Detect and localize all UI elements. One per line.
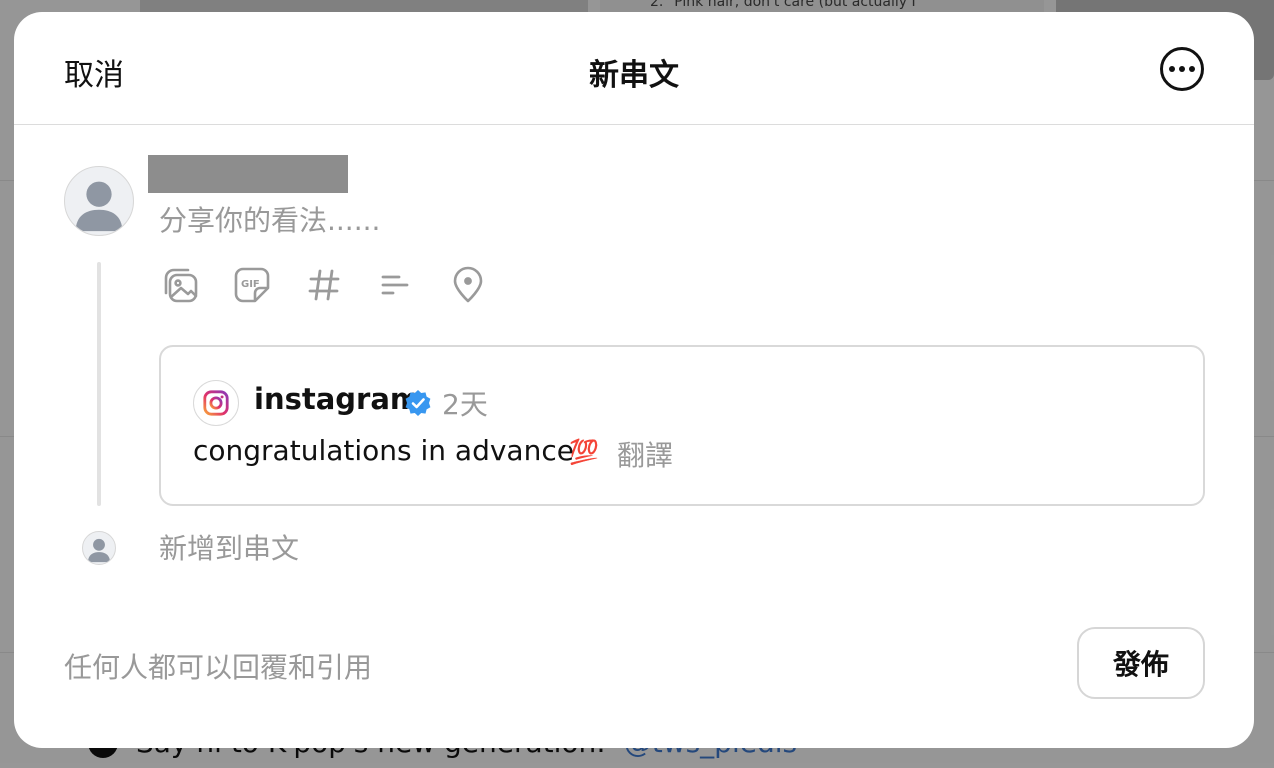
attach-media-button[interactable] <box>160 265 200 305</box>
add-to-thread-button[interactable]: 新增到串文 <box>159 527 299 567</box>
gallery-icon <box>164 268 198 303</box>
quoted-text: congratulations in advance <box>193 434 574 467</box>
more-horizontal-icon <box>1169 66 1195 72</box>
more-options-button[interactable] <box>1160 47 1204 91</box>
default-avatar-icon <box>88 538 110 563</box>
instagram-avatar <box>193 380 239 426</box>
avatar-small <box>82 531 116 565</box>
add-poll-button[interactable] <box>376 265 416 305</box>
compose-toolbar: GIF <box>160 265 488 305</box>
default-avatar-icon <box>75 181 123 232</box>
compose-input[interactable] <box>159 198 1059 242</box>
thread-connector-line <box>97 262 101 506</box>
add-hashtag-button[interactable] <box>304 265 344 305</box>
quoted-username: instagram <box>254 382 421 416</box>
add-gif-button[interactable]: GIF <box>232 265 272 305</box>
hundred-points-emoji: 💯 <box>569 438 599 466</box>
reply-permission-button[interactable]: 任何人都可以回覆和引用 <box>64 646 372 686</box>
quoted-post-card[interactable]: instagram 2天 congratulations in advance … <box>159 345 1205 506</box>
verified-badge-icon <box>405 390 431 416</box>
translate-button[interactable]: 翻譯 <box>617 434 673 474</box>
new-thread-modal: 取消 新串文 GIF <box>14 12 1254 748</box>
username-redacted <box>148 155 348 193</box>
add-location-button[interactable] <box>448 265 488 305</box>
quoted-timestamp: 2天 <box>442 388 488 421</box>
modal-header: 取消 新串文 <box>14 12 1254 125</box>
svg-text:GIF: GIF <box>241 279 260 290</box>
avatar <box>64 166 134 236</box>
location-icon <box>453 266 483 303</box>
post-button[interactable]: 發佈 <box>1077 627 1205 699</box>
modal-title: 新串文 <box>589 58 679 93</box>
hashtag-icon <box>308 269 340 301</box>
poll-icon <box>381 275 409 295</box>
instagram-logo-icon <box>203 390 229 416</box>
gif-icon: GIF <box>234 267 270 303</box>
